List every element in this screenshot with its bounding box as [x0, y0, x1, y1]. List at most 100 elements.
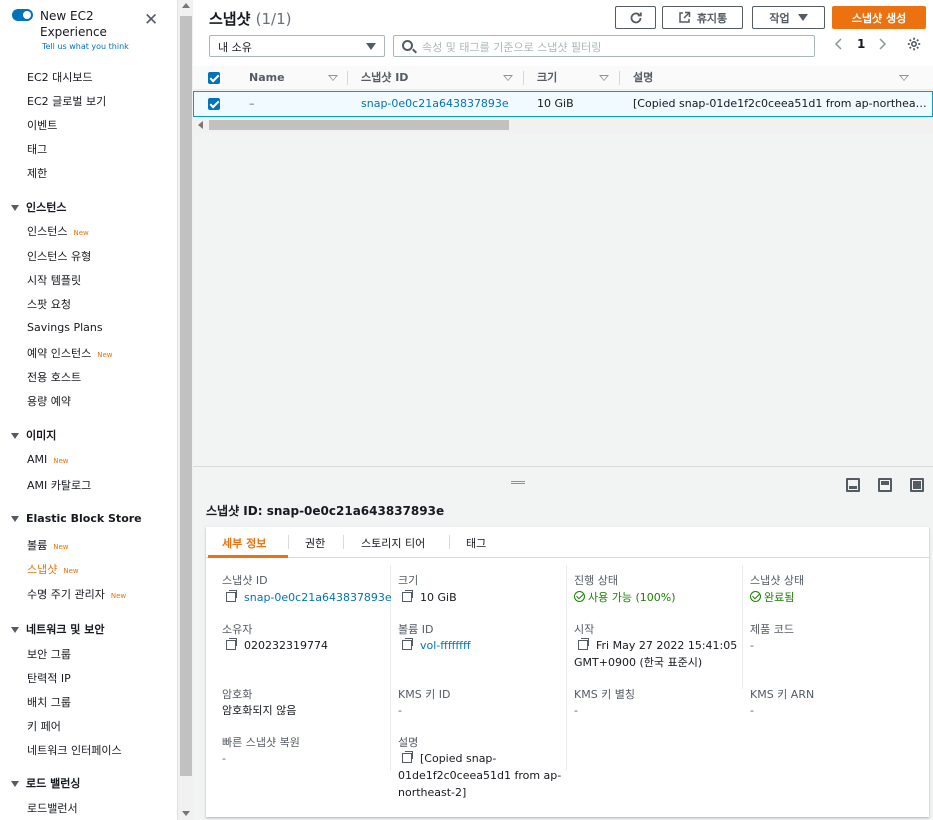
- sidebar-item-security-groups[interactable]: 보안 그룹: [27, 646, 71, 662]
- sidebar-item-ami-catalog[interactable]: AMI 카탈로그: [27, 477, 91, 493]
- sidebar-item-ami[interactable]: AMI New: [27, 453, 69, 466]
- sidebar-item-network-interfaces[interactable]: 네트워크 인터페이스: [27, 742, 122, 758]
- sidebar-item-reserved-instances[interactable]: 예약 인스턴스 New: [27, 345, 113, 361]
- detail-tabs: 세부 정보 권한 스토리지 티어 태그: [206, 527, 929, 558]
- panel-bottom-icon[interactable]: [846, 478, 860, 492]
- copy-icon[interactable]: [402, 638, 413, 650]
- resize-handle-icon[interactable]: [511, 481, 525, 484]
- sidebar: New EC2 Experience Tell us what you thin…: [0, 0, 177, 820]
- close-icon[interactable]: ✕: [144, 12, 158, 29]
- sidebar-item-launch-templates[interactable]: 시작 템플릿: [27, 272, 81, 288]
- label-encryption: 암호화: [222, 688, 253, 701]
- select-all-checkbox[interactable]: [208, 72, 220, 84]
- sort-icon[interactable]: [503, 75, 513, 81]
- column-header-size[interactable]: 크기: [537, 66, 557, 90]
- sidebar-item-lifecycle-manager[interactable]: 수명 주기 관리자 New: [27, 586, 126, 602]
- label-product-code: 제품 코드: [750, 623, 794, 636]
- sidebar-item-spot-requests[interactable]: 스팟 요청: [27, 296, 71, 312]
- sidebar-section-images[interactable]: 이미지: [11, 427, 56, 443]
- sidebar-item-elastic-ip[interactable]: 탄력적 IP: [27, 670, 71, 686]
- sidebar-item-key-pairs[interactable]: 키 페어: [27, 718, 61, 734]
- value-volume-id[interactable]: vol-ffffffff: [402, 637, 471, 654]
- tab-tags[interactable]: 태그: [466, 535, 486, 551]
- label-started: 시작: [574, 623, 595, 636]
- sidebar-item-volumes[interactable]: 볼륨 New: [27, 537, 69, 553]
- panel-full-icon[interactable]: [910, 478, 924, 492]
- tab-permissions[interactable]: 권한: [305, 535, 325, 551]
- collapse-icon: [11, 516, 19, 522]
- detail-card: 세부 정보 권한 스토리지 티어 태그 스냅샷 ID snap-0e0c21a6…: [206, 527, 929, 817]
- copy-icon[interactable]: [402, 590, 413, 602]
- sidebar-section-ebs[interactable]: Elastic Block Store: [11, 512, 142, 525]
- label-snapshot-id: 스냅샷 ID: [222, 574, 268, 587]
- page-title: 스냅샷 (1/1): [209, 10, 292, 28]
- label-fast-snapshot-restore: 빠른 스냅샷 복원: [222, 736, 300, 749]
- label-snapshot-state: 스냅샷 상태: [750, 574, 805, 587]
- table-horizontal-scrollbar[interactable]: [193, 117, 933, 133]
- new-experience-toggle[interactable]: [12, 9, 33, 21]
- sidebar-item-dedicated-hosts[interactable]: 전용 호스트: [27, 369, 81, 385]
- sidebar-item-limits[interactable]: 제한: [27, 165, 47, 181]
- copy-icon[interactable]: [578, 638, 589, 650]
- row-checkbox[interactable]: [208, 98, 220, 110]
- sidebar-scrollbar[interactable]: [177, 0, 193, 820]
- value-description: [Copied snap-01de1f2c0ceea51d1 from ap-n…: [398, 751, 562, 799]
- split-panel: 스냅샷 ID: snap-0e0c21a643837893e 세부 정보 권한 …: [193, 466, 933, 820]
- value-snapshot-state: 완료됨: [750, 589, 794, 606]
- column-header-description[interactable]: 설명: [633, 66, 653, 90]
- copy-icon[interactable]: [226, 638, 237, 650]
- tab-details[interactable]: 세부 정보: [222, 535, 266, 551]
- cell-name: –: [249, 97, 255, 110]
- cell-snapshot-id[interactable]: snap-0e0c21a643837893e: [361, 92, 509, 116]
- sidebar-item-global-view[interactable]: EC2 글로벌 보기: [27, 93, 106, 109]
- actions-button[interactable]: 작업: [752, 6, 825, 29]
- sidebar-section-instances[interactable]: 인스턴스: [11, 199, 66, 215]
- owner-select[interactable]: 내 소유: [209, 35, 385, 57]
- detail-title: 스냅샷 ID: snap-0e0c21a643837893e: [206, 504, 445, 518]
- tab-storage-tier[interactable]: 스토리지 티어: [361, 535, 425, 551]
- status-success-icon: [750, 591, 761, 602]
- sidebar-item-events[interactable]: 이벤트: [27, 117, 57, 133]
- refresh-button[interactable]: [615, 6, 656, 29]
- collapse-icon: [11, 781, 19, 787]
- main-content: 스냅샷 (1/1) 휴지통 작업 스냅샷 생성 내 소유 속성 및 태그를 기준…: [193, 0, 933, 820]
- sidebar-item-load-balancers[interactable]: 로드밸런서: [27, 800, 78, 816]
- feedback-link[interactable]: Tell us what you think: [42, 42, 129, 51]
- sidebar-item-snapshots[interactable]: 스냅샷 New: [27, 561, 79, 577]
- search-input[interactable]: 속성 및 태그를 기준으로 스냅샷 필터링: [393, 35, 815, 57]
- sidebar-item-capacity-reservations[interactable]: 용량 예약: [27, 393, 71, 409]
- caret-down-icon: [366, 43, 376, 50]
- sidebar-item-instances[interactable]: 인스턴스 New: [27, 223, 89, 239]
- column-header-name[interactable]: Name: [249, 66, 285, 90]
- page-number[interactable]: 1: [857, 37, 865, 51]
- sidebar-section-network[interactable]: 네트워크 및 보안: [11, 621, 105, 637]
- copy-icon[interactable]: [226, 590, 237, 602]
- label-description: 설명: [398, 736, 419, 749]
- next-page-icon[interactable]: [877, 38, 887, 53]
- table-row[interactable]: – snap-0e0c21a643837893e 10 GiB [Copied …: [193, 91, 933, 117]
- recycle-bin-button[interactable]: 휴지통: [662, 6, 743, 29]
- create-snapshot-button[interactable]: 스냅샷 생성: [832, 6, 926, 29]
- sidebar-item-tags[interactable]: 태그: [27, 141, 47, 157]
- sidebar-item-instance-types[interactable]: 인스턴스 유형: [27, 248, 91, 264]
- prev-page-icon[interactable]: [834, 38, 844, 53]
- sidebar-item-savings-plans[interactable]: Savings Plans: [27, 321, 103, 334]
- value-kms-key-alias: -: [574, 704, 578, 717]
- sidebar-section-load-balancing[interactable]: 로드 밸런싱: [11, 775, 80, 791]
- sort-icon[interactable]: [899, 75, 909, 81]
- external-link-icon: [679, 11, 691, 23]
- sidebar-item-ec2-dashboard[interactable]: EC2 대시보드: [27, 69, 93, 85]
- sort-icon[interactable]: [328, 75, 338, 81]
- sort-icon[interactable]: [599, 75, 609, 81]
- collapse-icon: [11, 205, 19, 211]
- sidebar-item-placement-groups[interactable]: 배치 그룹: [27, 694, 71, 710]
- label-kms-key-alias: KMS 키 별칭: [574, 688, 636, 701]
- copy-icon[interactable]: [402, 751, 413, 763]
- panel-side-icon[interactable]: [878, 478, 892, 492]
- column-header-snapshot-id[interactable]: 스냅샷 ID: [361, 66, 408, 90]
- value-snapshot-id[interactable]: snap-0e0c21a643837893e: [226, 589, 392, 606]
- value-started: Fri May 27 2022 15:41:05 GMT+0900 (한국 표준…: [574, 638, 738, 669]
- cell-size: 10 GiB: [537, 97, 574, 110]
- settings-gear-icon[interactable]: [907, 37, 921, 54]
- table-header: Name 스냅샷 ID 크기 설명: [193, 66, 933, 90]
